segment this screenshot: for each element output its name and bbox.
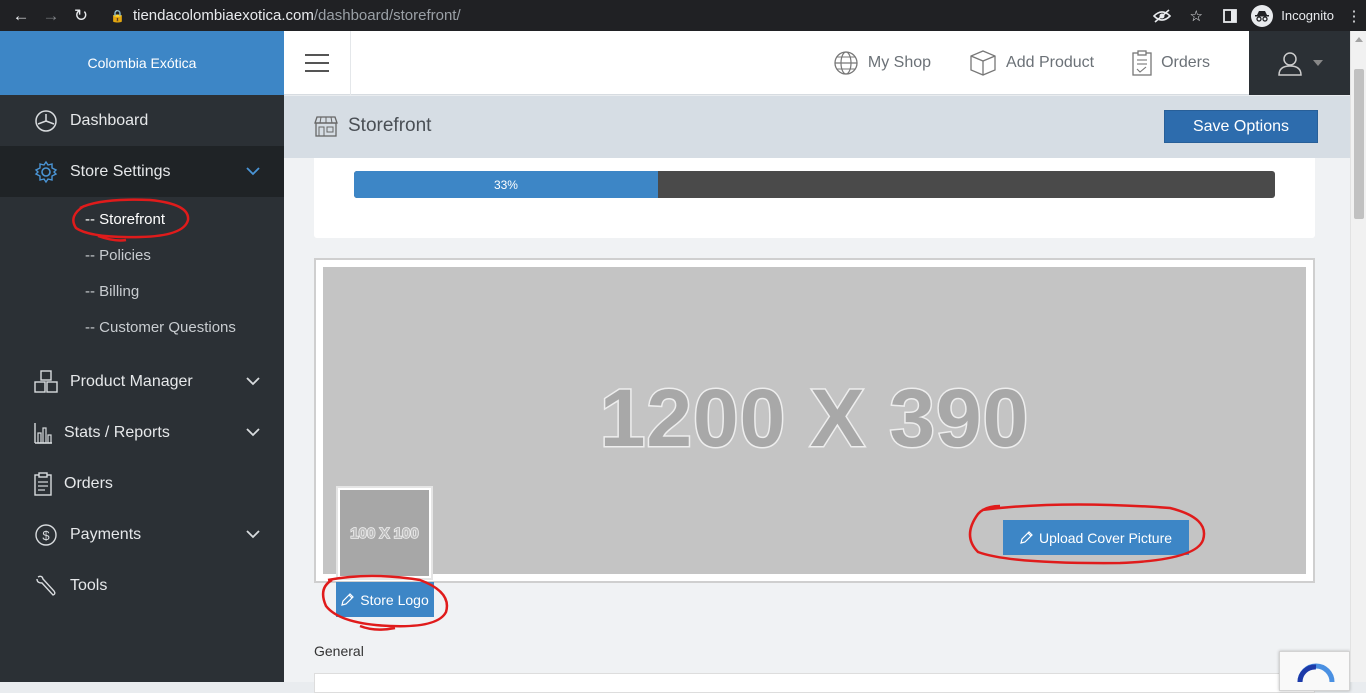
sidebar-item-label: Stats / Reports — [64, 423, 170, 441]
incognito-indicator[interactable]: Incognito — [1251, 4, 1334, 27]
scroll-up-arrow-icon[interactable] — [1355, 37, 1363, 42]
sidebar-item-orders[interactable]: Orders — [0, 458, 284, 509]
incognito-icon — [1251, 4, 1274, 27]
pencil-icon — [1020, 531, 1033, 544]
store-logo-frame: 100 X 100 — [336, 486, 433, 580]
save-options-button[interactable]: Save Options — [1164, 110, 1318, 143]
page-header: Storefront Save Options — [284, 96, 1350, 158]
dashboard-icon — [33, 108, 59, 134]
store-settings-submenu: -- Storefront -- Policies -- Billing -- … — [0, 197, 284, 346]
sidebar-item-dashboard[interactable]: Dashboard — [0, 95, 284, 146]
hamburger-menu-icon[interactable] — [284, 31, 351, 95]
sidebar-item-tools[interactable]: Tools — [0, 560, 284, 611]
bar-chart-icon — [33, 420, 53, 446]
page-title: Storefront — [348, 115, 432, 136]
sidebar-item-stats-reports[interactable]: Stats / Reports — [0, 407, 284, 458]
url-path: /dashboard/storefront/ — [313, 7, 461, 24]
url-host: tiendacolombiaexotica.com — [132, 7, 314, 24]
sidebar-item-label: Orders — [64, 474, 113, 492]
store-logo-placeholder: 100 X 100 — [340, 490, 429, 576]
sidebar-item-label: Product Manager — [70, 372, 193, 390]
recaptcha-badge[interactable] — [1279, 651, 1350, 691]
sidebar-item-payments[interactable]: $ Payments — [0, 509, 284, 560]
user-menu[interactable] — [1249, 31, 1350, 95]
address-bar[interactable]: tiendacolombiaexotica.com/dashboard/stor… — [133, 7, 461, 24]
boxes-icon — [33, 369, 59, 395]
clipboard-icon — [33, 471, 53, 497]
nav-label: Add Product — [1006, 54, 1095, 71]
svg-text:$: $ — [42, 528, 50, 543]
brand-title[interactable]: Colombia Exótica — [0, 31, 284, 95]
wrench-icon — [33, 573, 59, 599]
button-label: Store Logo — [360, 591, 429, 608]
scrollbar-thumb[interactable] — [1354, 69, 1364, 219]
star-icon[interactable]: ☆ — [1179, 7, 1213, 25]
lock-icon[interactable]: 🔒 — [110, 9, 125, 23]
clipboard-icon — [1132, 50, 1152, 76]
cover-placeholder-text: 1200 X 390 — [598, 372, 1030, 466]
reload-icon[interactable]: ↻ — [66, 4, 96, 28]
top-navbar: My Shop Add Product Orders — [284, 31, 1350, 95]
chevron-down-icon — [246, 428, 260, 437]
submenu-item-policies[interactable]: -- Policies — [0, 238, 284, 274]
sidebar-item-label: Payments — [70, 525, 142, 543]
upload-cover-picture-button[interactable]: Upload Cover Picture — [1003, 520, 1189, 555]
submenu-item-storefront[interactable]: -- Storefront — [0, 202, 284, 238]
nav-label: Orders — [1161, 54, 1210, 71]
main-content: 33% 1200 X 390 100 X 100 Store Logo Uplo… — [284, 158, 1350, 693]
nav-orders[interactable]: Orders — [1132, 50, 1210, 76]
progress-fill: 33% — [354, 171, 658, 198]
box-icon — [970, 50, 996, 76]
submenu-item-customer-questions[interactable]: -- Customer Questions — [0, 310, 284, 346]
progress-card: 33% — [314, 158, 1315, 238]
nav-label: My Shop — [867, 54, 932, 71]
page-scrollbar[interactable] — [1350, 31, 1366, 682]
gear-icon — [33, 159, 59, 185]
back-arrow-icon[interactable]: ← — [6, 4, 36, 28]
incognito-label: Incognito — [1281, 8, 1334, 23]
chevron-down-icon — [246, 530, 260, 539]
side-panel-icon[interactable] — [1213, 8, 1247, 23]
sidebar-item-store-settings[interactable]: Store Settings — [0, 146, 284, 197]
sidebar-item-label: Store Settings — [70, 162, 171, 180]
progress-bar: 33% — [354, 171, 1275, 198]
globe-icon — [834, 51, 858, 75]
storefront-icon — [314, 116, 338, 137]
recaptcha-icon — [1297, 663, 1335, 683]
sidebar: Colombia Exótica Dashboard Store Setting… — [0, 31, 284, 682]
progress-label: 33% — [493, 177, 518, 192]
logo-placeholder-text: 100 X 100 — [350, 524, 420, 543]
submenu-item-billing[interactable]: -- Billing — [0, 274, 284, 310]
chevron-down-icon — [246, 377, 260, 386]
store-logo-button[interactable]: Store Logo — [336, 582, 434, 617]
user-icon — [1277, 52, 1302, 76]
forward-arrow-icon[interactable]: → — [36, 4, 66, 28]
nav-add-product[interactable]: Add Product — [969, 49, 1094, 77]
sidebar-item-product-manager[interactable]: Product Manager — [0, 356, 284, 407]
nav-my-shop[interactable]: My Shop — [833, 50, 931, 76]
chevron-down-icon — [246, 167, 260, 176]
sidebar-item-label: Tools — [70, 576, 108, 594]
sidebar-item-label: Dashboard — [70, 111, 149, 129]
general-section-box — [314, 673, 1315, 693]
caret-down-icon — [1312, 60, 1323, 66]
general-section-label: General — [314, 643, 364, 659]
pencil-icon — [341, 593, 355, 606]
dollar-icon: $ — [33, 522, 59, 548]
more-vert-icon[interactable]: ⋮ — [1342, 7, 1366, 25]
button-label: Upload Cover Picture — [1038, 529, 1173, 546]
eye-off-icon[interactable] — [1145, 8, 1179, 23]
browser-toolbar: ← → ↻ 🔒 tiendacolombiaexotica.com/dashbo… — [0, 0, 1366, 31]
